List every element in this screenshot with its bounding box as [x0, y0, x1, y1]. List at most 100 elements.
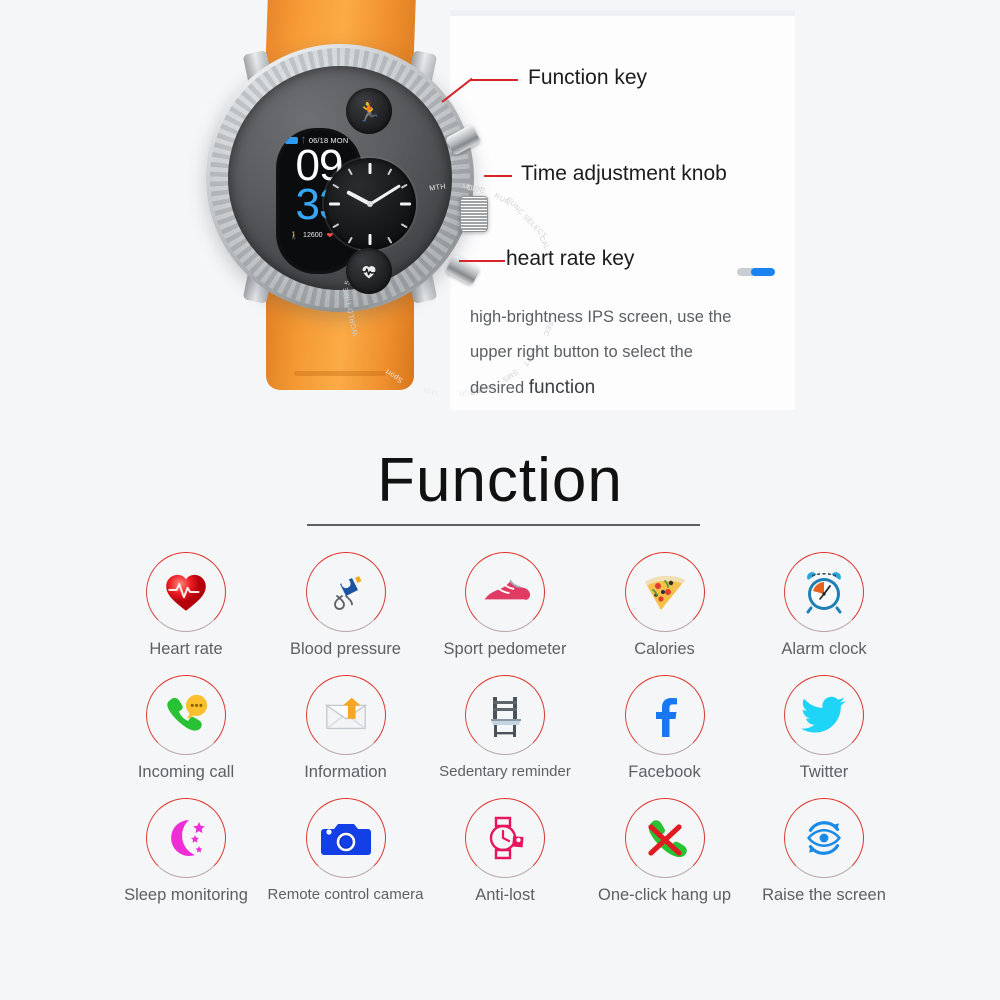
watch-case: YRMTHDATEHOURMINSportWORLD TIME5 ALARM30… — [206, 44, 556, 399]
function-item-blood-pressure[interactable]: Blood pressure — [270, 552, 422, 659]
function-item-label: Heart rate — [149, 640, 223, 658]
function-item-label: Raise the screen — [762, 886, 886, 904]
facebook-icon — [643, 693, 687, 737]
function-item-facebook[interactable]: Facebook — [589, 675, 741, 782]
dial-tick — [347, 236, 353, 244]
function-icon-circle — [305, 675, 386, 755]
callout-heart-rate-key: heart rate key — [506, 247, 635, 270]
dial-tick — [387, 168, 393, 176]
heart-icon: ❤ — [326, 231, 334, 240]
twitter-bird-icon — [801, 695, 847, 735]
progress-pill — [737, 268, 775, 276]
dial-tick — [400, 183, 408, 189]
function-item-label: Sport pedometer — [443, 640, 567, 658]
function-icon-circle — [146, 798, 226, 878]
function-item-information[interactable]: Information — [270, 675, 422, 782]
function-icon-circle — [465, 552, 545, 632]
product-feature-page: YRMTHDATEHOURMINSportWORLD TIME5 ALARM30… — [0, 0, 1000, 1000]
function-icon-circle — [624, 552, 705, 632]
phone-hangup-icon — [640, 814, 690, 862]
footsteps-icon: 🚶 — [289, 231, 300, 240]
progress-pill-fill — [751, 268, 775, 276]
dial-tick — [347, 168, 353, 176]
function-item-label: One-click hang up — [598, 886, 731, 904]
hero-section: YRMTHDATEHOURMINSportWORLD TIME5 ALARM30… — [0, 0, 1000, 430]
function-item-label: Anti-lost — [475, 886, 535, 904]
function-section-title: Function — [377, 446, 623, 515]
eye-refresh-icon — [798, 816, 850, 860]
description-line-3: desired function — [470, 370, 800, 406]
callout-time-adjustment-knob: Time adjustment knob — [521, 162, 727, 185]
function-icon-circle — [465, 798, 545, 878]
minute-hand — [369, 184, 401, 206]
function-icon-circle — [146, 552, 226, 632]
function-icon-circle — [784, 798, 864, 878]
analog-subdial — [324, 158, 416, 250]
function-icon-circle — [146, 675, 226, 755]
function-item-sport-pedometer[interactable]: Sport pedometer — [429, 552, 581, 659]
function-item-label: Incoming call — [137, 763, 235, 781]
function-row: Incoming call Information Sedentary remind… — [110, 675, 900, 782]
function-item-twitter[interactable]: Twitter — [748, 675, 900, 782]
function-item-sleep-monitoring[interactable]: Sleep monitoring — [110, 798, 262, 905]
alarm-clock-icon — [799, 567, 849, 617]
function-icon-circle — [784, 552, 864, 632]
camera-icon — [320, 817, 372, 859]
heart-rate-key-leader — [459, 260, 505, 262]
function-item-label: Facebook — [628, 763, 701, 781]
description-line-2: upper right button to select the — [470, 343, 693, 361]
blood-pressure-icon — [322, 568, 370, 616]
dial-tick — [332, 223, 340, 229]
bezel-label: MIN — [422, 385, 439, 398]
function-icon-circle — [305, 552, 386, 632]
function-item-raise-the-screen[interactable]: Raise the screen — [748, 798, 900, 905]
function-item-label: Sedentary reminder — [439, 763, 571, 780]
function-row: Sleep monitoring Remote control camera Ant… — [110, 798, 900, 905]
envelope-icon — [321, 693, 371, 737]
function-item-anti-lost[interactable]: Anti-lost — [429, 798, 581, 905]
dial-tick — [332, 183, 340, 189]
function-item-heart-rate[interactable]: Heart rate — [110, 552, 262, 659]
description-line-1: high-brightness IPS screen, use the — [470, 308, 732, 326]
heart-mode-subdial — [346, 248, 392, 294]
watch-tag-icon — [480, 814, 530, 862]
callout-function-key: Function key — [528, 66, 648, 89]
bezel-label: MTH — [428, 181, 447, 193]
function-icon-circle — [624, 798, 705, 878]
function-row: Heart rate Blood pressure Sport pedometer C… — [110, 552, 900, 659]
function-item-remote-control-camera[interactable]: Remote control camera — [267, 798, 424, 905]
description-line-3-text: desired — [470, 379, 529, 397]
watch-bezel: YRMTHDATEHOURMINSportWORLD TIME5 ALARM30… — [228, 66, 556, 399]
function-key-leader — [470, 79, 518, 81]
dial-tick — [368, 163, 372, 174]
function-item-label: Twitter — [799, 763, 849, 781]
function-item-alarm-clock[interactable]: Alarm clock — [748, 552, 900, 659]
run-mode-subdial: 🏃 — [346, 88, 392, 134]
dial-tick — [329, 202, 340, 206]
function-icon-circle — [305, 798, 386, 878]
moon-stars-icon — [161, 814, 211, 862]
function-item-label: Calories — [634, 640, 695, 658]
function-item-calories[interactable]: Calories — [589, 552, 741, 659]
function-item-label: Remote control camera — [267, 886, 424, 903]
running-shoe-icon — [479, 570, 531, 614]
function-item-one-click-hang-up[interactable]: One-click hang up — [589, 798, 741, 905]
hand-pin — [367, 201, 373, 207]
function-item-incoming-call[interactable]: Incoming call — [110, 675, 262, 782]
screen-steps-value: 12600 — [303, 232, 323, 239]
dial-tick — [368, 234, 372, 245]
function-item-label: Blood pressure — [290, 640, 401, 658]
dial-tick — [387, 236, 393, 244]
function-icon-circle — [784, 675, 864, 755]
function-item-label: Sleep monitoring — [124, 886, 248, 904]
smartwatch-product-image: YRMTHDATEHOURMINSportWORLD TIME5 ALARM30… — [190, 0, 556, 410]
function-item-sedentary-reminder[interactable]: Sedentary reminder — [429, 675, 581, 782]
time-adjustment-crown[interactable] — [460, 196, 488, 232]
hero-description: high-brightness IPS screen, use the uppe… — [470, 300, 800, 406]
time-knob-leader — [484, 175, 512, 177]
phone-message-icon — [161, 692, 211, 738]
heart-rate-icon — [161, 567, 211, 617]
chair-icon — [482, 691, 528, 739]
function-icon-circle — [624, 675, 705, 755]
dial-tick — [400, 202, 411, 206]
